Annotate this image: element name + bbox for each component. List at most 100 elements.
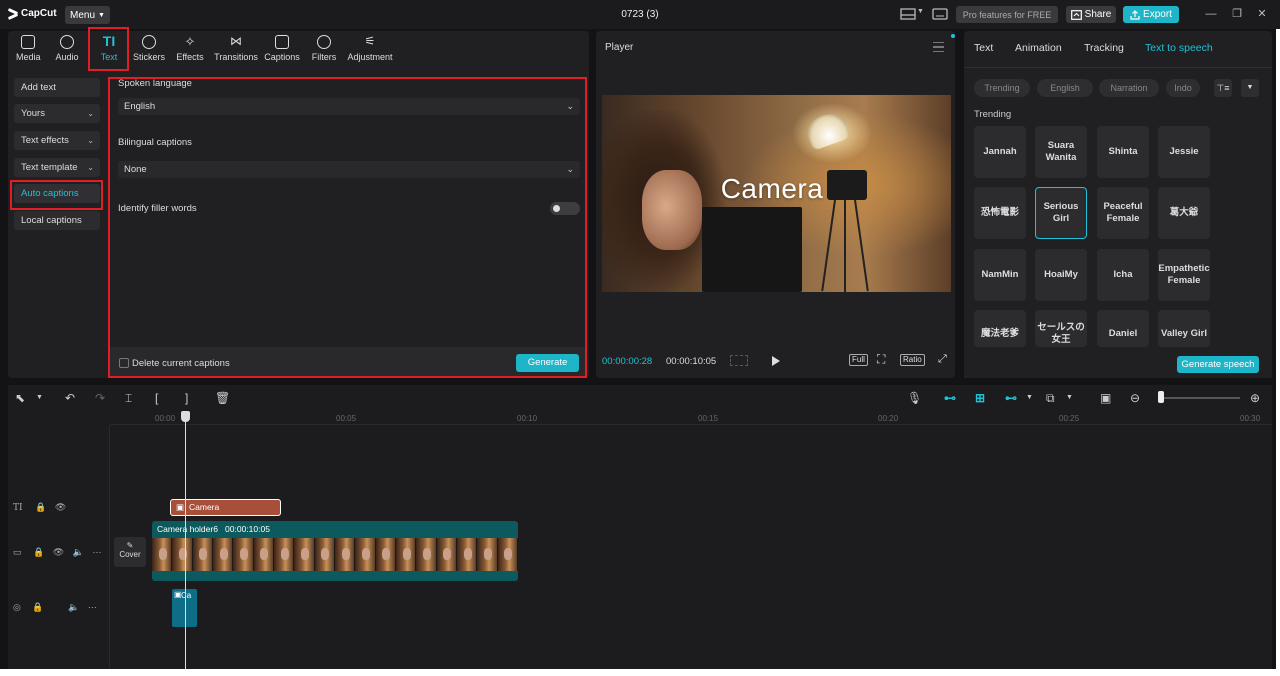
text-clip[interactable]: ▣ Camera [170, 499, 281, 516]
lock-icon[interactable]: 🔒 [35, 502, 46, 512]
pro-features-button[interactable]: Pro features for FREE [956, 6, 1058, 23]
subnav-auto-captions[interactable]: Auto captions [14, 184, 100, 203]
close-icon[interactable]: ✕ [1256, 8, 1268, 20]
voice-card[interactable]: Empathetic Female [1158, 249, 1210, 301]
linkage-icon[interactable]: ⊷ [1005, 391, 1017, 405]
voice-card[interactable]: Peaceful Female [1097, 187, 1149, 239]
voice-card[interactable]: Shinta [1097, 126, 1149, 178]
subnav-text-effects[interactable]: Text effects ⌄ [14, 131, 100, 150]
voice-card[interactable]: 恐怖電影 [974, 187, 1026, 239]
voice-card[interactable]: Suara Wanita [1035, 126, 1087, 178]
chip-english[interactable]: English [1037, 79, 1093, 97]
chevron-down-icon[interactable]: ▼ [1066, 394, 1073, 401]
chevron-down-icon[interactable]: ▼ [36, 394, 43, 401]
voice-card[interactable]: Daniel [1097, 310, 1149, 347]
preview-axis-icon[interactable]: ⧉ [1046, 391, 1055, 406]
voice-card[interactable]: NamMin [974, 249, 1026, 301]
voice-card[interactable]: Jessie [1158, 126, 1210, 178]
fullscreen-icon[interactable]: ⤢ [938, 354, 947, 366]
tab-text[interactable]: TI Text [98, 34, 120, 67]
spoken-language-select[interactable]: English ⌄ [118, 98, 580, 115]
timeline-grid-icon[interactable] [730, 355, 748, 366]
caption-overlay-text[interactable]: Camera [602, 173, 942, 205]
chevron-down-icon[interactable]: ▼ [1241, 79, 1259, 97]
tab-transitions[interactable]: ⋈ Transitions [213, 35, 259, 67]
speaker-icon[interactable]: 🔈 [68, 602, 79, 612]
bilingual-captions-select[interactable]: None ⌄ [118, 161, 580, 178]
restore-icon[interactable]: ❐ [1231, 8, 1243, 20]
undo-icon[interactable]: ↶ [65, 391, 75, 405]
lock-icon[interactable]: 🔒 [33, 547, 44, 557]
time-ruler[interactable] [110, 411, 1272, 425]
tab-captions[interactable]: Captions [264, 35, 300, 67]
tab-text-to-speech[interactable]: Text to speech [1145, 42, 1213, 54]
select-cursor-icon[interactable]: ⬉ [15, 391, 25, 405]
playhead-handle[interactable] [181, 411, 190, 422]
subtitle-icon[interactable]: ▣ [1100, 391, 1111, 405]
zoom-slider-handle[interactable] [1158, 391, 1164, 403]
layout-chevron-icon[interactable]: ▼ [917, 8, 924, 20]
chevron-down-icon[interactable]: ▼ [1026, 394, 1033, 401]
chip-indo[interactable]: Indo [1166, 79, 1200, 97]
microphone-icon[interactable]: 🎙 [907, 391, 922, 405]
tab-animation[interactable]: Animation [1015, 42, 1062, 54]
zoom-out-icon[interactable]: ⊖ [1130, 391, 1140, 405]
more-icon[interactable]: ⋯ [88, 602, 97, 612]
speaker-icon[interactable]: 🔈 [73, 547, 84, 557]
tab-media[interactable]: Media [16, 35, 41, 67]
film-frame [152, 538, 173, 571]
chip-trending[interactable]: Trending [974, 79, 1030, 97]
trim-right-icon[interactable]: ] [185, 391, 188, 405]
subnav-add-text[interactable]: Add text [14, 78, 100, 97]
voice-card[interactable]: Icha [1097, 249, 1149, 301]
screenshot-icon[interactable]: ⛶ [877, 353, 891, 366]
redo-icon[interactable]: ↷ [95, 391, 105, 405]
tab-audio[interactable]: Audio [55, 35, 79, 67]
tab-text-props[interactable]: Text [974, 42, 993, 54]
chip-narration[interactable]: Narration [1099, 79, 1159, 97]
voice-card[interactable]: 魔法老爹 [974, 310, 1026, 347]
filler-words-toggle[interactable] [550, 202, 580, 215]
menu-button[interactable]: Menu ▼ [65, 6, 110, 24]
eye-icon[interactable]: 👁 [53, 547, 64, 557]
voice-card-selected[interactable]: Serious Girl [1035, 187, 1087, 239]
voice-card[interactable]: 葛大爺 [1158, 187, 1210, 239]
subnav-local-captions[interactable]: Local captions [14, 211, 100, 230]
filter-icon[interactable]: ⊤≡ [1214, 79, 1232, 97]
export-button[interactable]: Export [1123, 6, 1179, 23]
tab-effects[interactable]: ✧ Effects [175, 35, 205, 67]
voice-card[interactable]: HoaiMy [1035, 249, 1087, 301]
subnav-yours[interactable]: Yours ⌄ [14, 104, 100, 123]
ratio-button[interactable]: Ratio [900, 354, 925, 366]
tab-stickers[interactable]: Stickers [132, 35, 166, 67]
minimize-icon[interactable]: — [1205, 8, 1217, 20]
link-main-icon[interactable]: ⊷ [944, 391, 956, 405]
hamburger-menu-icon[interactable] [933, 42, 944, 52]
zoom-in-icon[interactable]: ⊕ [1250, 391, 1260, 405]
playhead[interactable] [185, 411, 186, 669]
delete-icon[interactable]: 🗑 [215, 391, 230, 405]
generate-speech-button[interactable]: Generate speech [1177, 356, 1259, 373]
tab-filters[interactable]: Filters [310, 35, 338, 67]
subnav-text-template[interactable]: Text template ⌄ [14, 158, 100, 177]
tab-tracking[interactable]: Tracking [1084, 42, 1124, 54]
tab-adjustment[interactable]: ⚟ Adjustment [346, 35, 394, 67]
auto-snap-icon[interactable]: ⊞ [975, 391, 985, 405]
delete-captions-checkbox[interactable] [119, 358, 129, 368]
zoom-slider-track[interactable] [1160, 397, 1240, 399]
layout-icon[interactable] [900, 8, 916, 20]
share-button[interactable]: Share [1066, 6, 1116, 23]
trim-left-icon[interactable]: [ [155, 391, 158, 405]
voice-card[interactable]: Jannah [974, 126, 1026, 178]
cover-button[interactable]: ✎ Cover [114, 537, 146, 567]
split-icon[interactable]: ⌶ [125, 391, 132, 406]
play-icon[interactable] [772, 356, 780, 366]
generate-button[interactable]: Generate [516, 354, 579, 372]
voice-card[interactable]: Valley Girl [1158, 310, 1210, 347]
lock-icon[interactable]: 🔒 [32, 602, 43, 612]
eye-icon[interactable]: 👁 [55, 502, 66, 512]
full-button[interactable]: Full [849, 354, 868, 366]
keyboard-icon[interactable] [932, 8, 948, 20]
more-icon[interactable]: ⋯ [92, 547, 101, 557]
voice-card[interactable]: セールスの女王 [1035, 310, 1087, 347]
